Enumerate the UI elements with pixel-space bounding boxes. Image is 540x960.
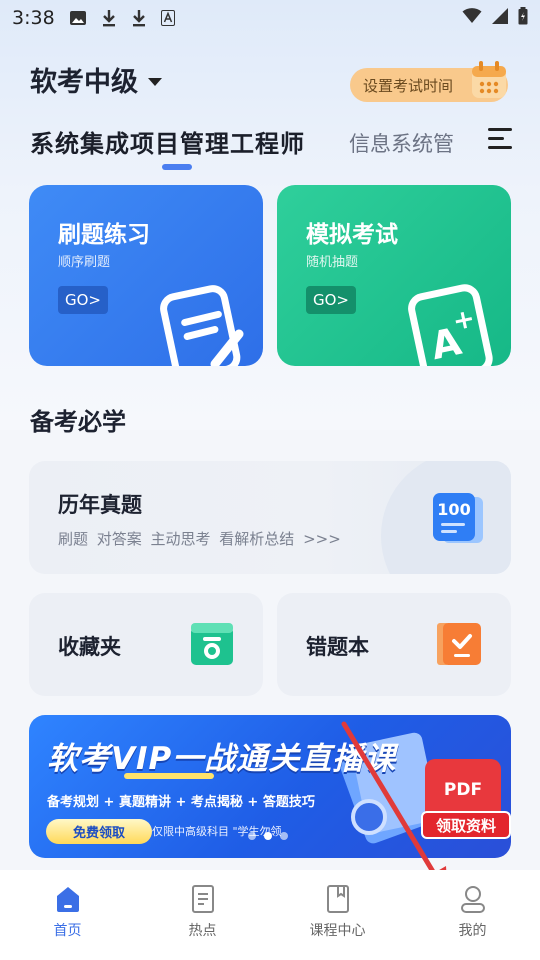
claim-materials-button[interactable]: 领取资料 bbox=[421, 811, 511, 839]
carousel-dot bbox=[280, 832, 288, 840]
tab-active-indicator bbox=[162, 164, 192, 170]
banner-subtitle: 备考规划 + 真题精讲 + 考点揭秘 + 答题技巧 bbox=[47, 795, 315, 810]
nav-home[interactable]: 首页 bbox=[0, 870, 135, 960]
carousel-dots bbox=[248, 832, 288, 840]
free-claim-button[interactable]: 免费领取 bbox=[46, 819, 152, 844]
mock-exam-card[interactable]: 模拟考试 随机抽题 GO> A + bbox=[277, 185, 511, 366]
carousel-dot-active bbox=[264, 832, 272, 840]
download-icon bbox=[101, 9, 117, 27]
bottom-navigation: 首页 热点 课程中心 我的 bbox=[0, 870, 540, 960]
folder-icon bbox=[191, 623, 233, 665]
mock-exam-card-title: 模拟考试 bbox=[306, 222, 398, 248]
status-bar: 3:38 bbox=[0, 0, 540, 36]
book-icon bbox=[326, 885, 349, 913]
wrong-questions-card[interactable]: 错题本 bbox=[277, 593, 511, 696]
past-papers-title: 历年真题 bbox=[58, 493, 142, 517]
banner-title: 软考VIP一战通关直播课 bbox=[47, 741, 397, 777]
nav-course-center-label: 课程中心 bbox=[309, 923, 366, 939]
tab-information-system[interactable]: 信息系统管 bbox=[349, 128, 457, 158]
favorites-card[interactable]: 收藏夹 bbox=[29, 593, 263, 696]
mock-exam-card-subtitle: 随机抽题 bbox=[306, 255, 359, 270]
grade-a-plus-icon: A + bbox=[408, 284, 493, 366]
caret-down-icon bbox=[148, 77, 162, 86]
menu-icon[interactable] bbox=[488, 128, 512, 152]
home-icon bbox=[56, 887, 79, 912]
status-time: 3:38 bbox=[12, 7, 55, 29]
set-exam-time-label: 设置考试时间 bbox=[363, 76, 454, 95]
exam-level-selector[interactable]: 软考中级 bbox=[30, 60, 162, 99]
banner-underline bbox=[124, 773, 214, 779]
past-papers-tags: 刷题 对答案 主动思考 看解析总结 >>> bbox=[58, 530, 341, 548]
image-icon bbox=[69, 10, 87, 26]
section-title: 备考必学 bbox=[30, 408, 126, 436]
notepad-pencil-icon bbox=[160, 285, 244, 366]
nav-me[interactable]: 我的 bbox=[405, 870, 540, 960]
user-icon bbox=[460, 886, 485, 913]
exam-level-label: 软考中级 bbox=[30, 67, 138, 98]
notebook-check-icon bbox=[437, 623, 481, 665]
wifi-icon bbox=[462, 7, 482, 29]
battery-icon bbox=[518, 6, 528, 30]
practice-card[interactable]: 刷题练习 顺序刷题 GO> bbox=[29, 185, 263, 366]
vip-banner[interactable]: 软考VIP一战通关直播课 备考规划 + 真题精讲 + 考点揭秘 + 答题技巧 免… bbox=[29, 715, 511, 858]
practice-card-subtitle: 顺序刷题 bbox=[58, 255, 111, 270]
calendar-icon[interactable] bbox=[470, 58, 508, 100]
font-icon bbox=[160, 10, 175, 26]
score-100-text: 100 bbox=[437, 500, 470, 519]
mock-exam-go-button[interactable]: GO> bbox=[306, 286, 356, 314]
nav-hot[interactable]: 热点 bbox=[135, 870, 270, 960]
tab-system-integration[interactable]: 系统集成项目管理工程师 bbox=[30, 124, 305, 159]
nav-home-label: 首页 bbox=[53, 923, 82, 939]
document-icon bbox=[191, 885, 214, 913]
practice-card-title: 刷题练习 bbox=[58, 222, 150, 248]
download-icon bbox=[131, 9, 147, 27]
wrong-questions-title: 错题本 bbox=[306, 635, 369, 659]
past-papers-card[interactable]: 历年真题 刷题 对答案 主动思考 看解析总结 >>> 100 bbox=[29, 461, 511, 574]
practice-go-button[interactable]: GO> bbox=[58, 286, 108, 314]
signal-icon bbox=[492, 7, 508, 29]
carousel-dot bbox=[248, 832, 256, 840]
nav-hot-label: 热点 bbox=[188, 923, 217, 939]
favorites-title: 收藏夹 bbox=[58, 635, 121, 659]
score-100-icon: 100 bbox=[433, 493, 483, 543]
nav-me-label: 我的 bbox=[458, 923, 487, 939]
nav-course-center[interactable]: 课程中心 bbox=[270, 870, 405, 960]
